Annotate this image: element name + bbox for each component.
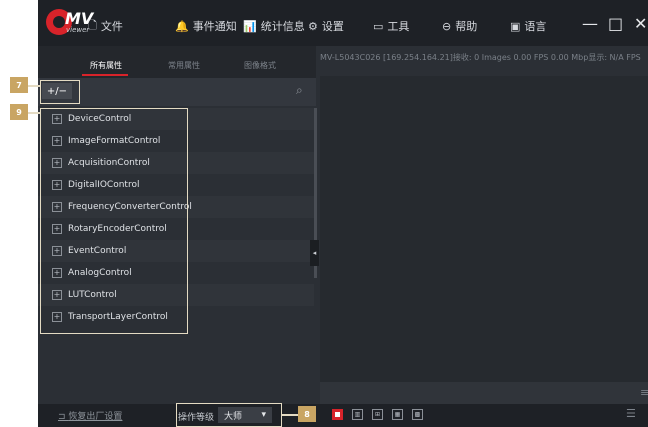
menu-language[interactable]: ▣ 语言: [510, 18, 546, 34]
callout-marker-8: 8: [298, 406, 316, 422]
callout-highlight-expand: [40, 80, 80, 104]
callout-leader-7: [28, 85, 40, 87]
menu-file[interactable]: 🗋 文件: [88, 18, 123, 34]
menu-statistics[interactable]: 📊 统计信息: [243, 18, 305, 34]
property-tabs: 所有属性 常用属性 图像格式: [38, 46, 316, 78]
image-viewport[interactable]: [320, 76, 648, 382]
callout-marker-9: 9: [10, 104, 28, 120]
maximize-button[interactable]: □: [608, 14, 623, 33]
callout-highlight-tree: [40, 108, 188, 334]
close-button[interactable]: ✕: [634, 14, 647, 33]
language-icon: ▣: [510, 19, 521, 33]
menu-help[interactable]: ⊖ 帮助: [442, 18, 477, 34]
menu-event-notify-label: 事件通知: [192, 20, 237, 33]
menu-event-notify[interactable]: 🔔 事件通知: [175, 18, 237, 34]
adjust-icon[interactable]: ☰: [626, 407, 636, 420]
title-bar: MV viewer 🗋 文件 🔔 事件通知 📊 统计信息 ⚙ 设置 ▭ 工具 ⊖…: [38, 0, 648, 46]
bottom-bar: ⊐ 恢复出厂设置 操作等级 大师 ▾: [38, 404, 648, 427]
callout-leader-8: [282, 414, 298, 416]
bell-icon: 🔔: [175, 19, 189, 33]
layout-single-button[interactable]: [332, 409, 343, 420]
tab-common-properties[interactable]: 常用属性: [168, 60, 200, 71]
collapse-panel-handle[interactable]: ◂: [310, 240, 319, 266]
logo-viewer-text: viewer: [66, 26, 90, 34]
stats-icon: 📊: [243, 19, 257, 33]
layout-four-split-button[interactable]: ⊞: [372, 409, 383, 420]
menu-tools-label: 工具: [387, 20, 410, 33]
menu-statistics-label: 统计信息: [260, 20, 305, 33]
help-icon: ⊖: [442, 19, 452, 33]
tab-all-properties[interactable]: 所有属性: [90, 60, 122, 71]
gear-icon: ⚙: [308, 19, 318, 33]
toolbox-icon: ▭: [373, 19, 384, 33]
menu-file-label: 文件: [100, 20, 123, 33]
menu-tools[interactable]: ▭ 工具: [373, 18, 409, 34]
menu-help-label: 帮助: [455, 20, 478, 33]
layout-sixteen-split-button[interactable]: ▩: [412, 409, 423, 420]
search-icon[interactable]: ⌕: [296, 83, 303, 98]
menu-settings[interactable]: ⚙ 设置: [308, 18, 344, 34]
layout-nine-split-button[interactable]: ▦: [392, 409, 403, 420]
callout-leader-9: [28, 112, 40, 114]
camera-status-line: MV-L5043C026 [169.254.164.21]接收: 0 Image…: [320, 53, 641, 62]
active-tab-indicator: [82, 74, 128, 76]
menu-icon[interactable]: ≡: [640, 386, 648, 399]
callout-highlight-level: [176, 403, 282, 427]
callout-marker-7: 7: [10, 77, 28, 93]
restore-label: 恢复出厂设置: [68, 412, 123, 422]
minimize-button[interactable]: —: [582, 14, 598, 33]
file-icon: 🗋: [88, 18, 97, 32]
menu-settings-label: 设置: [321, 20, 344, 33]
viewport-control-strip: [320, 382, 648, 404]
menu-language-label: 语言: [524, 20, 547, 33]
layout-two-split-button[interactable]: ▥: [352, 409, 363, 420]
restore-factory-settings-link[interactable]: ⊐ 恢复出厂设置: [58, 409, 122, 422]
tab-image-format[interactable]: 图像格式: [244, 60, 276, 71]
